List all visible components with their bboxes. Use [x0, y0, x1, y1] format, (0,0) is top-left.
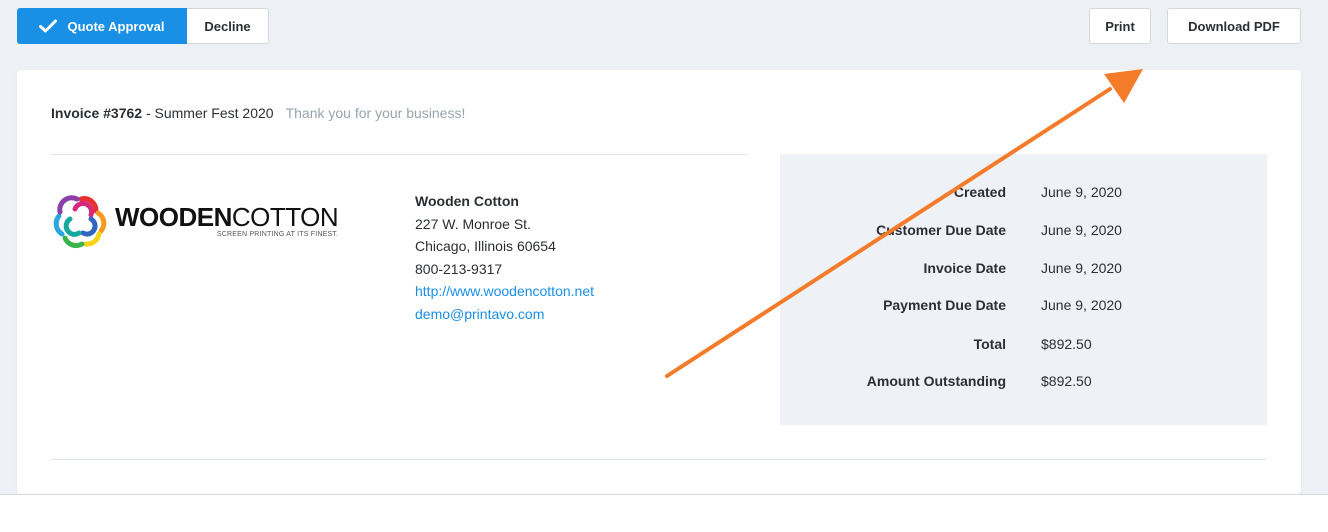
- quote-page: Quote Approval Decline Print Download PD…: [0, 0, 1328, 532]
- decline-button[interactable]: Decline: [187, 8, 269, 44]
- invoice-date-label: Invoice Date: [923, 260, 1006, 276]
- detail-row-total: Total $892.50: [780, 336, 1267, 356]
- total-label: Total: [973, 336, 1006, 352]
- company-phone: 800-213-9317: [415, 260, 503, 277]
- amount-outstanding-value: $892.50: [1041, 373, 1092, 389]
- customer-due-date-value: June 9, 2020: [1041, 222, 1122, 238]
- section-divider: [51, 459, 1267, 460]
- invoice-number: Invoice #3762: [51, 105, 143, 121]
- company-name: Wooden Cotton: [415, 193, 519, 209]
- company-contact: Wooden Cotton 227 W. Monroe St. Chicago,…: [415, 190, 594, 325]
- company-address-line1: 227 W. Monroe St.: [415, 215, 531, 232]
- quote-approval-label: Quote Approval: [67, 18, 165, 34]
- created-label: Created: [953, 184, 1006, 200]
- company-website-link[interactable]: http://www.woodencotton.net: [415, 280, 594, 303]
- created-value: June 9, 2020: [1041, 184, 1122, 200]
- flower-logo-icon: [53, 195, 107, 248]
- invoice-separator: -: [142, 105, 155, 121]
- quote-approval-button[interactable]: Quote Approval: [17, 8, 187, 44]
- logo-wordmark: WOODENCOTTON SCREEN PRINTING AT ITS FINE…: [115, 202, 339, 238]
- thank-you-message: Thank you for your business!: [285, 105, 466, 121]
- detail-row-created: Created June 9, 2020: [780, 184, 1267, 204]
- logo-word-light: COTTON: [231, 202, 339, 232]
- logo-tagline: SCREEN PRINTING AT ITS FINEST.: [216, 231, 339, 238]
- check-icon: [39, 19, 58, 33]
- invoice-heading: Invoice #3762 - Summer Fest 2020 Thank yo…: [51, 105, 465, 121]
- amount-outstanding-label: Amount Outstanding: [866, 373, 1006, 389]
- invoice-details-panel: Created June 9, 2020 Customer Due Date J…: [780, 154, 1267, 425]
- customer-due-date-label: Customer Due Date: [876, 222, 1006, 238]
- detail-row-amount-outstanding: Amount Outstanding $892.50: [780, 373, 1267, 393]
- company-address-line2: Chicago, Illinois 60654: [415, 238, 556, 254]
- payment-due-date-value: June 9, 2020: [1041, 297, 1122, 313]
- approval-toolbar: Quote Approval Decline: [17, 8, 269, 44]
- detail-row-invoice-date: Invoice Date June 9, 2020: [780, 260, 1267, 280]
- logo-word-bold: WOODEN: [115, 202, 232, 232]
- total-value: $892.50: [1041, 336, 1092, 352]
- invoice-name: Summer Fest 2020: [154, 105, 274, 121]
- payment-due-date-label: Payment Due Date: [883, 297, 1006, 313]
- header-divider: [51, 154, 747, 155]
- invoice-card: Invoice #3762 - Summer Fest 2020 Thank yo…: [17, 70, 1301, 494]
- company-logo: WOODENCOTTON SCREEN PRINTING AT ITS FINE…: [51, 192, 339, 250]
- print-button[interactable]: Print: [1089, 8, 1151, 44]
- footer-bar: [0, 494, 1328, 532]
- company-email-link[interactable]: demo@printavo.com: [415, 303, 594, 326]
- download-pdf-button[interactable]: Download PDF: [1167, 8, 1301, 44]
- detail-row-customer-due-date: Customer Due Date June 9, 2020: [780, 222, 1267, 242]
- detail-row-payment-due-date: Payment Due Date June 9, 2020: [780, 297, 1267, 317]
- invoice-date-value: June 9, 2020: [1041, 260, 1122, 276]
